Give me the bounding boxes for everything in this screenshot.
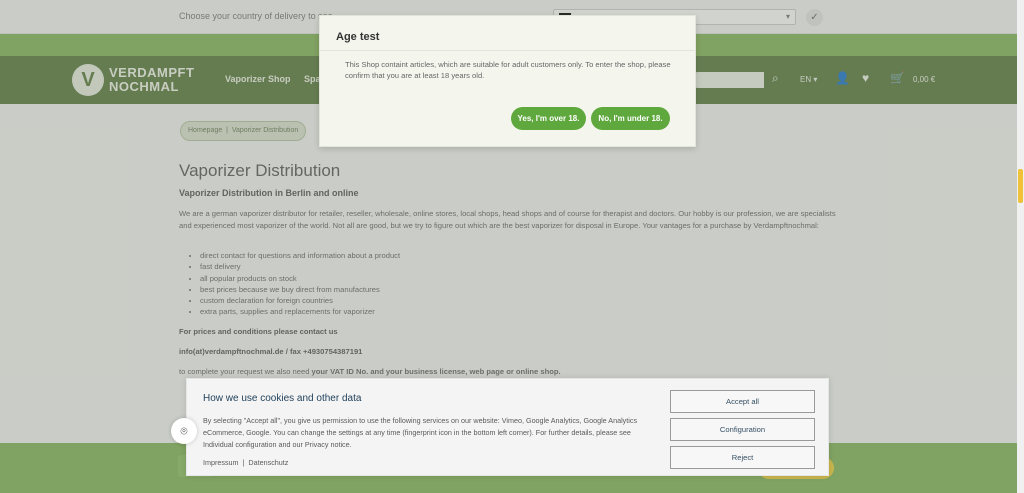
cookie-text: By selecting "Accept all", you give us p…	[203, 416, 638, 449]
cookie-title: How we use cookies and other data	[203, 393, 362, 404]
page: Choose your country of delivery to see ▾…	[0, 0, 1024, 493]
modal-divider	[320, 50, 695, 51]
link-separator: |	[242, 458, 245, 467]
scrollbar[interactable]	[1017, 0, 1024, 493]
accept-all-button[interactable]: Accept all	[670, 390, 815, 413]
over-18-button[interactable]: Yes, I'm over 18.	[511, 107, 586, 130]
cookie-links: Impressum | Datenschutz	[203, 458, 288, 467]
under-18-button[interactable]: No, I'm under 18.	[591, 107, 670, 130]
age-test-text: This Shop containt articles, which are s…	[345, 60, 671, 80]
age-test-title: Age test	[336, 31, 380, 43]
datenschutz-link[interactable]: Datenschutz	[248, 458, 288, 467]
reject-button[interactable]: Reject	[670, 446, 815, 469]
fingerprint-icon[interactable]: ⌾	[171, 418, 197, 444]
scrollbar-thumb[interactable]	[1018, 169, 1023, 203]
age-test-modal: Age test This Shop containt articles, wh…	[319, 15, 696, 147]
cookie-banner: How we use cookies and other data By sel…	[186, 378, 829, 476]
impressum-link[interactable]: Impressum	[203, 458, 239, 467]
configuration-button[interactable]: Configuration	[670, 418, 815, 441]
